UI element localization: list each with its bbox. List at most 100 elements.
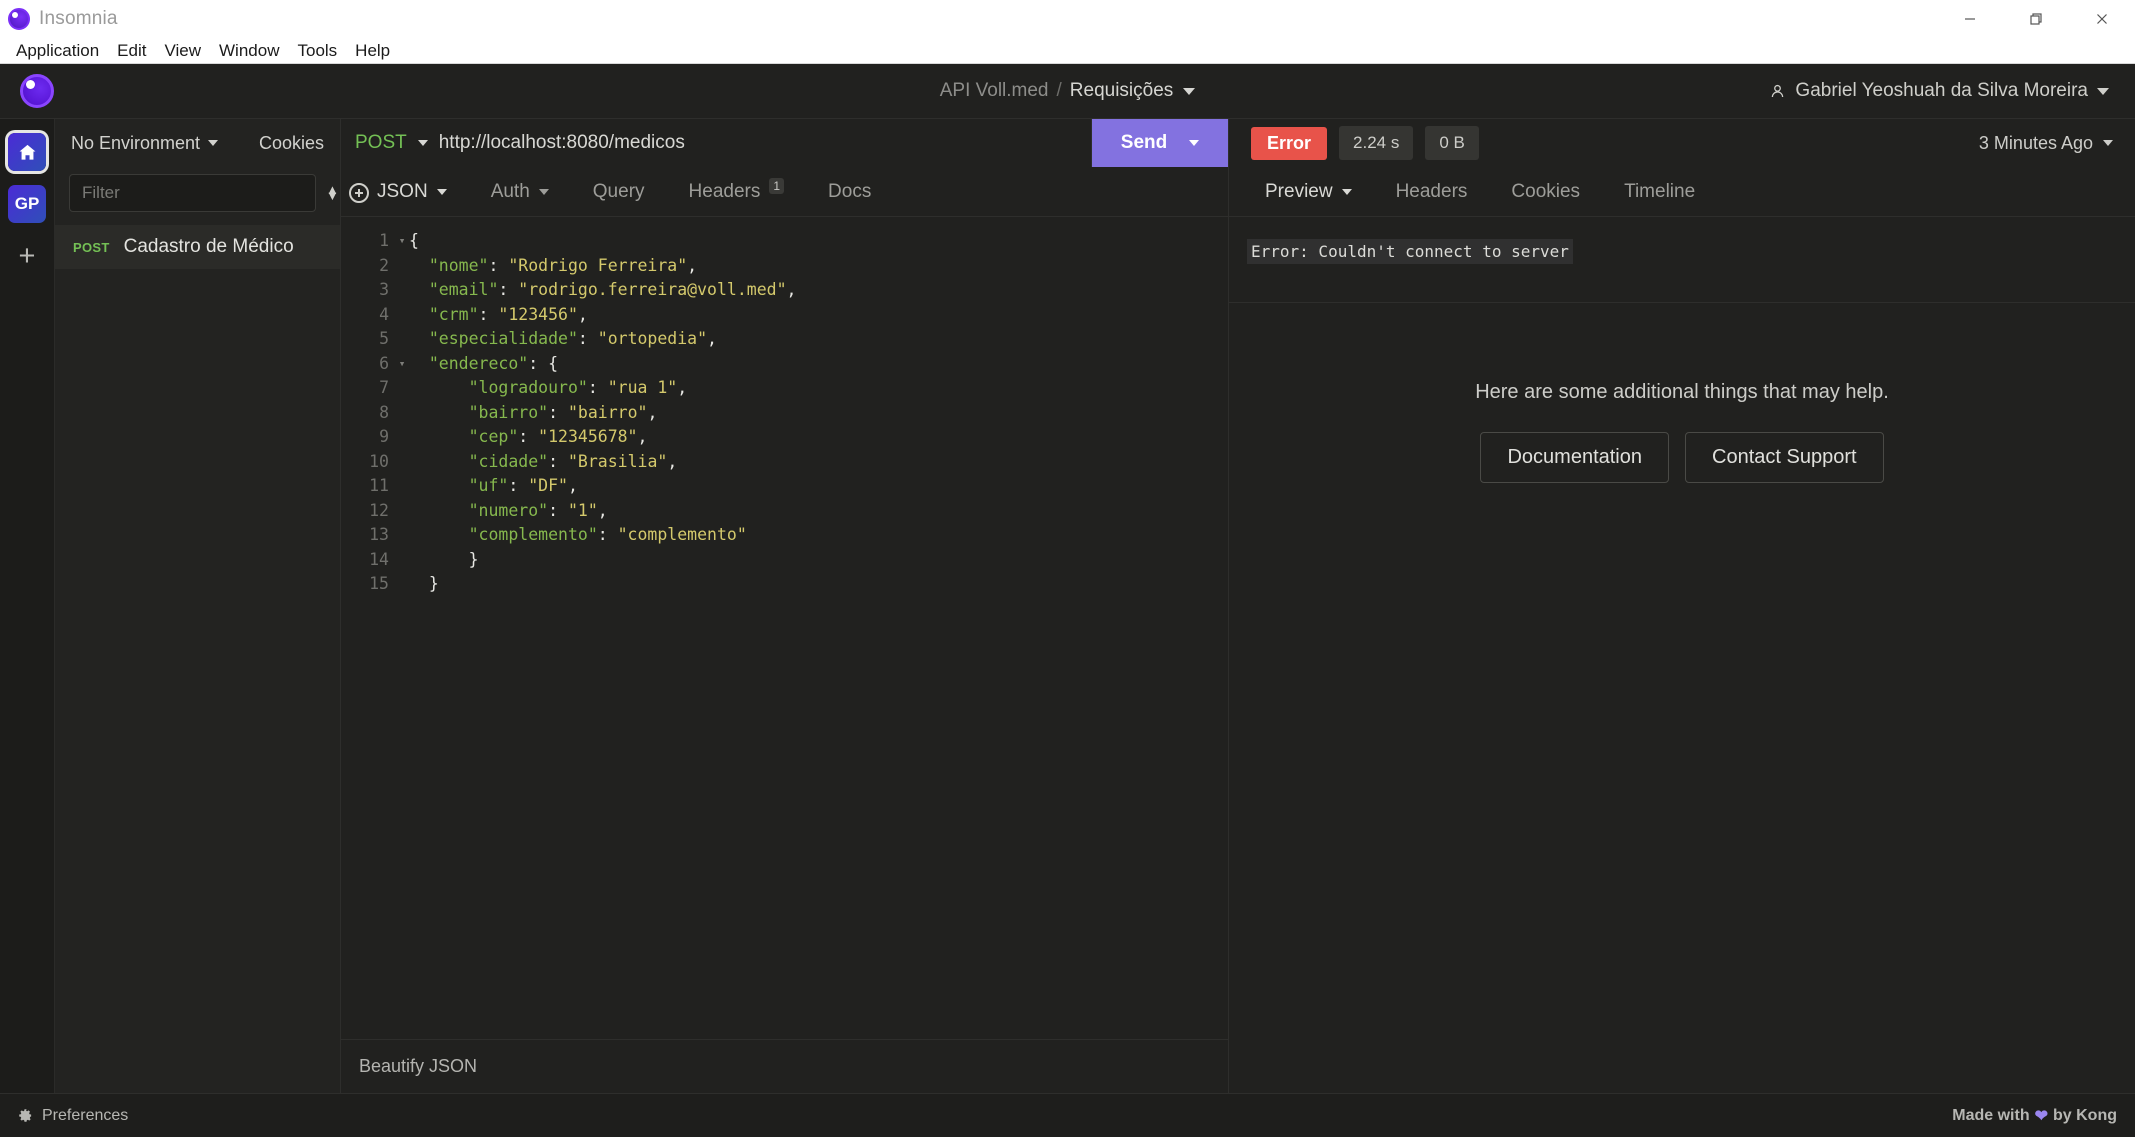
request-tabs: JSON Auth Query Headers 1 Docs [341,167,1228,217]
app-header: API Voll.med / Requisições Gabriel Yeosh… [0,64,2135,119]
fold-toggle-icon[interactable]: ▾ [395,352,409,377]
method-selector-label[interactable]: POST [355,132,407,154]
request-method-badge: POST [73,239,110,255]
request-body-editor[interactable]: 1 ▾{2 "nome": "Rodrigo Ferreira", 3 "email… [341,217,1228,1039]
insomnia-logo-icon [8,8,30,30]
menu-item-view[interactable]: View [155,39,210,63]
chevron-down-icon[interactable] [1183,87,1196,95]
chevron-down-icon [1341,188,1352,195]
tab-auth[interactable]: Auth [469,167,571,217]
tab-timeline-label: Timeline [1624,180,1696,202]
menu-item-help[interactable]: Help [346,39,399,63]
menu-item-tools[interactable]: Tools [288,39,346,63]
chevron-down-icon [436,188,447,195]
code-token: : [478,304,499,324]
tab-auth-label: Auth [490,180,530,202]
code-line: 3 "email": "rodrigo.ferreira@voll.med", [341,278,1228,303]
code-line: 13 "complemento": "complemento" [341,523,1228,548]
tab-query[interactable]: Query [571,167,667,217]
rail-item-workspace-gp[interactable]: GP [8,185,46,223]
response-size-badge: 0 B [1425,126,1479,160]
line-number: 11 [369,476,389,495]
app-title: Insomnia [39,8,118,29]
chevron-down-icon[interactable] [2097,87,2109,95]
chevron-down-icon[interactable] [1189,140,1200,146]
chevron-down-icon[interactable] [417,140,428,146]
minimize-icon[interactable] [1937,0,2003,38]
account-menu[interactable]: Gabriel Yeoshuah da Silva Moreira [1769,64,2109,118]
rail-add-button[interactable]: + [8,237,46,275]
code-line: 8 "bairro": "bairro", [341,401,1228,426]
code-token: "cidade" [468,451,549,471]
response-status-bar: Error 2.24 s 0 B 3 Minutes Ago [1229,119,2135,167]
code-token: : [528,353,549,373]
tab-docs[interactable]: Docs [806,167,893,217]
line-number: 3 [379,280,389,299]
cookies-button[interactable]: Cookies [259,133,324,154]
code-token: { [409,231,419,250]
home-icon [19,144,35,160]
line-number: 1 [379,231,389,250]
documentation-button[interactable]: Documentation [1480,432,1669,483]
environment-selector[interactable]: No Environment [71,133,219,154]
menu-item-application[interactable]: Application [7,39,108,63]
tab-response-headers[interactable]: Headers [1374,167,1490,217]
search-input[interactable] [69,174,316,212]
tab-response-cookies[interactable]: Cookies [1489,167,1602,217]
headers-count-badge: 1 [769,177,785,194]
preferences-button[interactable]: Preferences [18,1107,128,1125]
code-line: 7 "logradouro": "rua 1", [341,376,1228,401]
help-section: Here are some additional things that may… [1229,381,2135,483]
code-token: "Rodrigo Ferreira" [508,255,688,275]
code-token: : [597,525,618,544]
response-history-selector[interactable]: 3 Minutes Ago [1979,133,2113,154]
line-number: 13 [369,525,389,544]
breadcrumb-folder[interactable]: Requisições [1070,80,1174,102]
tab-json[interactable]: JSON [355,167,469,217]
account-name: Gabriel Yeoshuah da Silva Moreira [1795,80,2088,101]
code-token: "uf" [468,476,509,495]
code-token: } [468,549,479,569]
tab-headers[interactable]: Headers 1 [667,167,807,217]
close-icon[interactable] [2069,0,2135,38]
beautify-json-button[interactable]: Beautify JSON [359,1056,477,1077]
menu-item-window[interactable]: Window [210,39,288,63]
breadcrumb-project[interactable]: API Voll.med [940,80,1049,102]
response-time-badge: 2.24 s [1339,126,1414,160]
code-token: "rua 1" [607,378,678,397]
menu-item-edit[interactable]: Edit [108,39,155,63]
rail-item-home[interactable] [8,133,46,171]
code-token: : [548,500,568,520]
url-input[interactable]: POST http://localhost:8080/medicos [341,119,1092,167]
send-button[interactable]: Send [1092,119,1228,167]
response-history-label: 3 Minutes Ago [1978,132,2093,153]
made-with-prefix: Made with [1952,1106,2030,1124]
code-token: "crm" [428,304,479,324]
fold-toggle-icon[interactable]: ▾ [395,229,409,254]
code-token: { [548,353,559,373]
restore-icon[interactable] [2003,0,2069,38]
tab-preview[interactable]: Preview [1243,167,1374,217]
tab-timeline[interactable]: Timeline [1602,167,1717,217]
list-item[interactable]: POST Cadastro de Médico [55,225,340,269]
code-token: "nome" [428,255,489,275]
send-button-label: Send [1120,132,1168,153]
contact-support-button[interactable]: Contact Support [1685,432,1884,483]
sort-icon[interactable]: ▲ ▼ [326,183,339,202]
code-line: 1 ▾{ [341,229,1228,254]
